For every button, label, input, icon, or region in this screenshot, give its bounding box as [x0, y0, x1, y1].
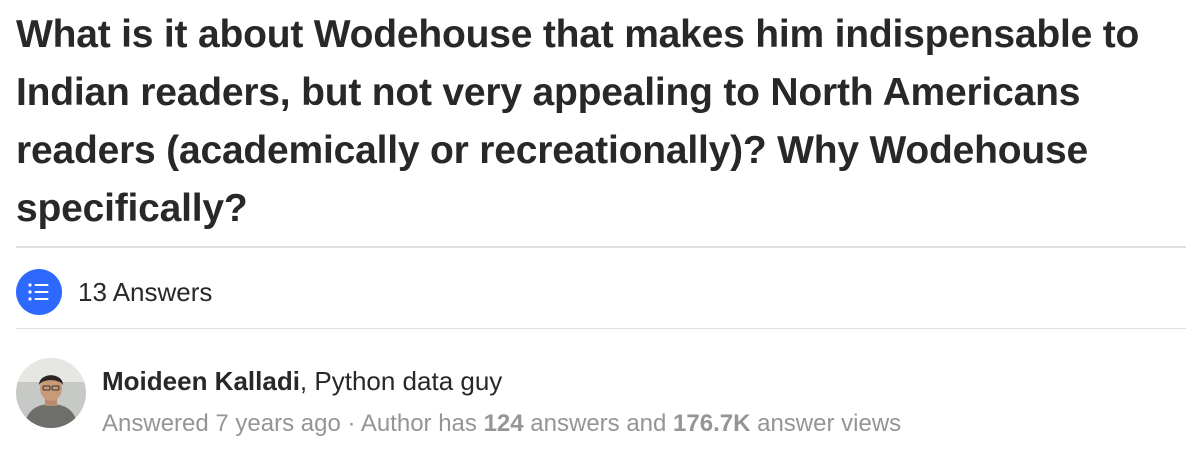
answers-count-label: 13 Answers — [78, 276, 213, 307]
author-separator: , — [299, 366, 315, 396]
avatar[interactable] — [16, 358, 86, 428]
answers-count-row: 13 Answers — [16, 269, 212, 315]
author-answer-count: 124 — [483, 410, 524, 437]
answer-meta: Answered 7 years ago · Author has 124 an… — [102, 408, 901, 440]
answered-prefix: Answered — [102, 410, 216, 437]
list-icon — [16, 269, 62, 315]
divider — [16, 328, 1186, 329]
author-has-label: Author has — [360, 410, 484, 437]
answers-and-label: answers and — [523, 410, 674, 437]
answered-time[interactable]: 7 years ago — [215, 410, 340, 437]
answer-header: Moideen Kalladi, Python data guy Answere… — [16, 358, 901, 440]
author-credential[interactable]: Python data guy — [314, 366, 502, 396]
answer-views-label: answer views — [750, 410, 902, 437]
divider — [16, 246, 1186, 248]
author-view-count: 176.7K — [673, 410, 751, 437]
meta-dot: · — [340, 410, 361, 437]
author-line: Moideen Kalladi, Python data guy — [102, 364, 901, 398]
author-name[interactable]: Moideen Kalladi — [102, 366, 300, 396]
question-title[interactable]: What is it about Wodehouse that makes hi… — [16, 6, 1186, 238]
